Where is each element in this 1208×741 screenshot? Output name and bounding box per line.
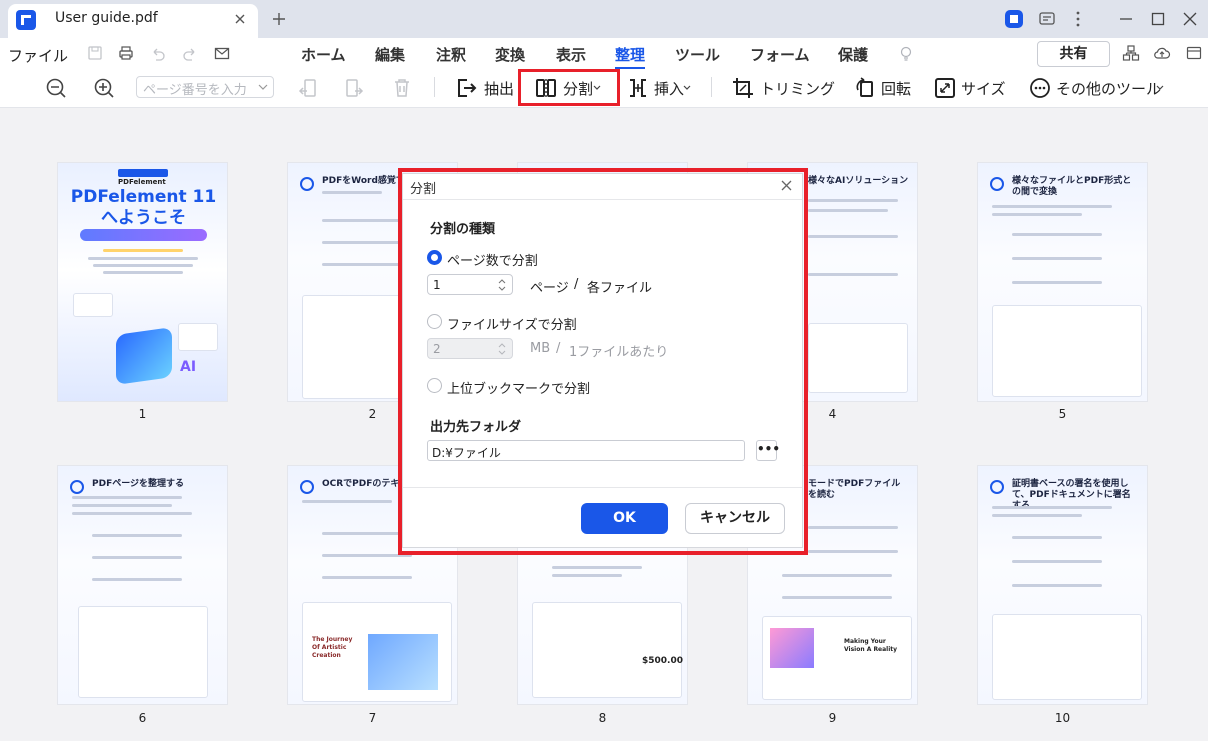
redo-icon[interactable]: [181, 44, 199, 62]
crop-label[interactable]: トリミング: [760, 78, 835, 99]
insert-chevron-icon: [683, 85, 691, 91]
tab-title: User guide.pdf: [55, 10, 158, 26]
page-9-title: モードでPDFファイルを読む: [808, 479, 901, 500]
insert-label[interactable]: 挿入: [654, 78, 684, 99]
page-6-title: PDFページを整理する: [92, 479, 185, 489]
page-thumbnail-10[interactable]: 証明書ベースの署名を使用して、PDFドキュメントに署名する: [977, 465, 1148, 705]
page-5-title: 様々なファイルとPDF形式との間で変換: [1012, 176, 1132, 197]
page-thumbnail-5[interactable]: 様々なファイルとPDF形式との間で変換: [977, 162, 1148, 402]
menu-edit[interactable]: 編集: [375, 44, 405, 65]
move-page-right-icon[interactable]: [343, 77, 365, 99]
menu-form[interactable]: フォーム: [750, 44, 810, 65]
menu-convert[interactable]: 変換: [495, 44, 525, 65]
pdfelement-account-icon[interactable]: [1004, 9, 1024, 29]
check-icon: [300, 480, 314, 494]
dialog-highlight-box: [398, 168, 808, 555]
check-icon: [990, 177, 1004, 191]
page-number-10: 10: [1054, 711, 1071, 725]
cover-banner: [80, 229, 207, 241]
toolbar-separator: [434, 77, 435, 97]
share-button[interactable]: 共有: [1037, 41, 1110, 67]
rotate-label[interactable]: 回転: [881, 78, 911, 99]
minimize-icon[interactable]: [1116, 9, 1136, 29]
more-tools-label[interactable]: その他のツール: [1056, 78, 1161, 99]
undo-icon[interactable]: [149, 44, 167, 62]
page-4-title: 様々なAIソリューション: [808, 176, 909, 186]
page-number-7: 7: [368, 711, 377, 725]
menu-comment[interactable]: 注釈: [436, 44, 466, 65]
print-icon[interactable]: [117, 44, 135, 62]
lightbulb-icon[interactable]: [897, 44, 915, 62]
page-number-1: 1: [138, 407, 147, 421]
page-thumbnail-1[interactable]: PDFelement PDFelement 11 へようこそ AI: [57, 162, 228, 402]
close-window-icon[interactable]: [1180, 9, 1200, 29]
extract-icon[interactable]: [455, 77, 477, 99]
delete-page-icon[interactable]: [391, 77, 413, 99]
page-size-icon[interactable]: [934, 77, 956, 99]
chevron-down-icon: [258, 83, 268, 91]
page-7-artwork: [368, 634, 438, 690]
extract-label[interactable]: 抽出: [484, 78, 514, 99]
menu-view[interactable]: 表示: [556, 44, 586, 65]
cover-brand-bar: [118, 169, 168, 177]
split-highlight-box: [518, 69, 620, 106]
ai-badge: AI: [180, 359, 197, 375]
close-tab-icon[interactable]: [233, 12, 247, 26]
page-number-5: 5: [1058, 407, 1067, 421]
new-tab-icon[interactable]: [270, 10, 288, 28]
menu-organize[interactable]: 整理: [615, 44, 645, 65]
save-icon[interactable]: [86, 44, 104, 62]
insert-icon[interactable]: [627, 77, 649, 99]
cover-title: PDFelement 11 へようこそ: [70, 187, 217, 228]
page-number-8: 8: [598, 711, 607, 725]
move-page-left-icon[interactable]: [297, 77, 319, 99]
page-8-price: $500.00: [642, 656, 683, 666]
rotate-icon[interactable]: [854, 77, 876, 99]
page-7-card-title: The Journey Of Artistic Creation: [312, 636, 353, 659]
more-vertical-icon[interactable]: [1068, 9, 1088, 29]
page-9-card-title: Making Your Vision A Reality: [844, 638, 898, 653]
page-number-placeholder: ページ番号を入力: [143, 83, 247, 98]
menu-protect[interactable]: 保護: [838, 44, 868, 65]
menu-tools[interactable]: ツール: [675, 44, 720, 65]
maximize-icon[interactable]: [1148, 9, 1168, 29]
mail-icon[interactable]: [213, 44, 231, 62]
more-tools-icon[interactable]: [1029, 77, 1051, 99]
page-number-9: 9: [828, 711, 837, 725]
file-menu[interactable]: ファイル: [8, 45, 68, 66]
crop-icon[interactable]: [732, 77, 754, 99]
zoom-in-icon[interactable]: [93, 77, 115, 99]
page-size-label[interactable]: サイズ: [961, 78, 1006, 99]
panel-icon[interactable]: [1185, 44, 1203, 62]
more-tools-chevron-icon: [1156, 85, 1164, 91]
pdfelement-logo-icon: [16, 10, 36, 30]
page-number-6: 6: [138, 711, 147, 725]
check-icon: [70, 480, 84, 494]
page-thumbnail-6[interactable]: PDFページを整理する: [57, 465, 228, 705]
cloud-upload-icon[interactable]: [1153, 44, 1171, 62]
check-icon: [990, 480, 1004, 494]
feedback-icon[interactable]: [1037, 9, 1057, 29]
cover-brand: PDFelement: [118, 178, 166, 186]
toolbar-separator: [711, 77, 712, 97]
check-icon: [300, 177, 314, 191]
page-9-artwork: [770, 628, 814, 668]
zoom-out-icon[interactable]: [45, 77, 67, 99]
organization-icon[interactable]: [1122, 44, 1140, 62]
pdfelement-app-icon: [116, 327, 172, 385]
menu-home[interactable]: ホーム: [301, 44, 346, 65]
